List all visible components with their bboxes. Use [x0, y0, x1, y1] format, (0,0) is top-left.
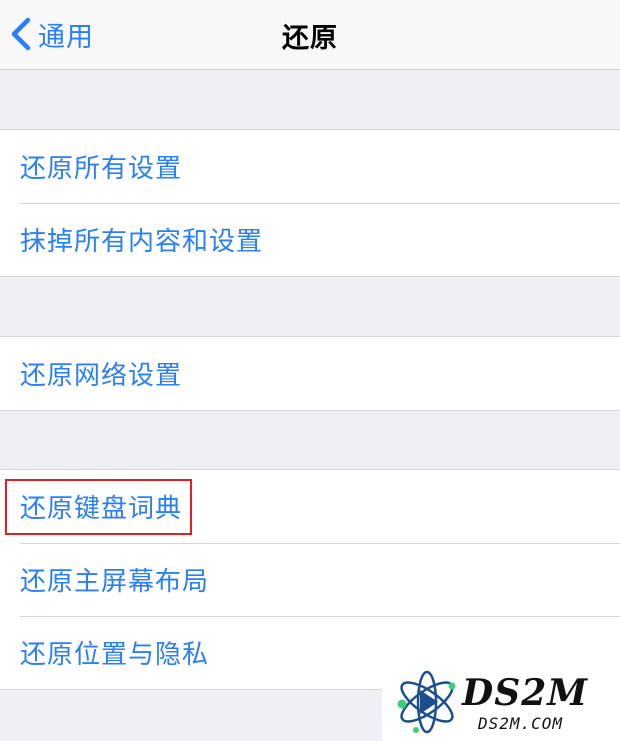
settings-group-misc: 还原键盘词典 还原主屏幕布局 还原位置与隐私: [0, 469, 620, 690]
reset-location-privacy-label: 还原位置与隐私: [20, 640, 210, 670]
settings-group-reset-all: 还原所有设置 抹掉所有内容和设置: [0, 129, 620, 277]
erase-all-content-item[interactable]: 抹掉所有内容和设置: [0, 203, 620, 276]
reset-keyboard-dictionary-item[interactable]: 还原键盘词典: [0, 470, 620, 543]
atom-logo-icon: [397, 670, 456, 734]
watermark-title: DS2M: [462, 672, 589, 714]
page-title: 还原: [282, 23, 338, 54]
reset-network-settings-label: 还原网络设置: [20, 361, 183, 391]
reset-home-screen-layout-label: 还原主屏幕布局: [20, 567, 210, 597]
reset-keyboard-dictionary-label: 还原键盘词典: [20, 494, 183, 524]
settings-group-network: 还原网络设置: [0, 336, 620, 411]
reset-network-settings-item[interactable]: 还原网络设置: [0, 337, 620, 410]
erase-all-content-label: 抹掉所有内容和设置: [20, 227, 264, 257]
watermark: DS2M DS2M.COM: [382, 662, 620, 741]
watermark-subtitle: DS2M.COM: [478, 714, 564, 733]
reset-all-settings-label: 还原所有设置: [20, 154, 183, 184]
reset-settings-screen: 通用 还原 还原所有设置 抹掉所有内容和设置 还原网络设置 还原键盘词典 还原主…: [0, 0, 620, 741]
reset-all-settings-item[interactable]: 还原所有设置: [0, 130, 620, 203]
reset-home-screen-layout-item[interactable]: 还原主屏幕布局: [0, 543, 620, 616]
navigation-bar: 通用 还原: [0, 0, 620, 70]
